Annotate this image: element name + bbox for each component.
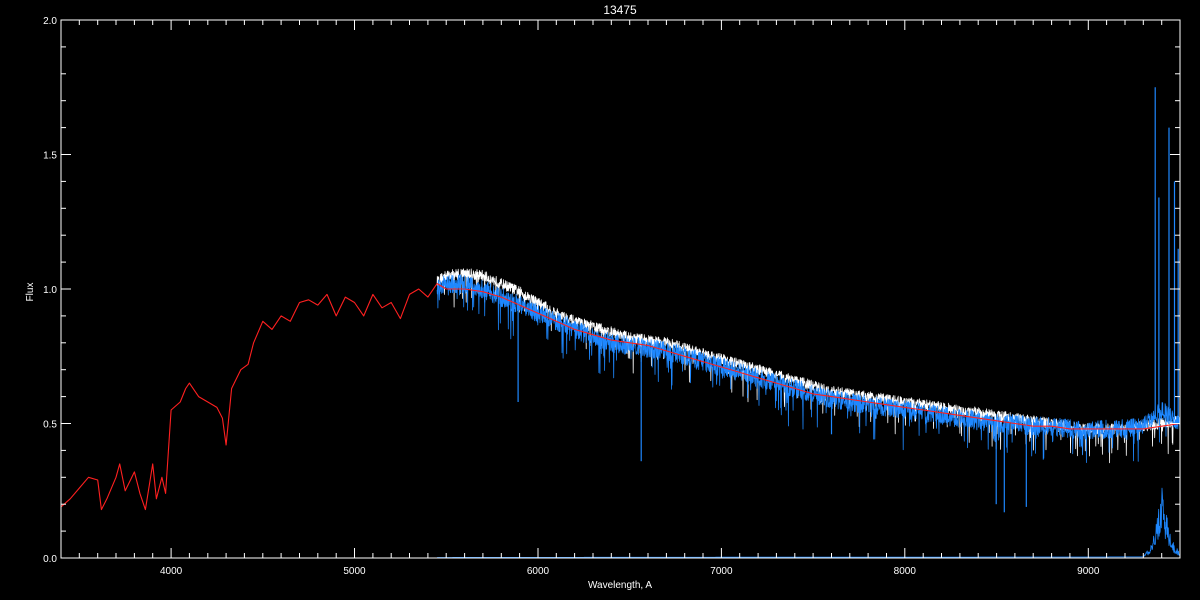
- x-tick-label: 9000: [1077, 566, 1100, 577]
- x-tick-label: 8000: [894, 566, 917, 577]
- y-tick-label: 1.0: [43, 285, 57, 296]
- y-tick-label: 0.5: [43, 420, 57, 431]
- y-tick-label: 0.0: [43, 554, 57, 565]
- x-tick-label: 5000: [343, 566, 366, 577]
- y-axis-title: Flux: [25, 283, 36, 302]
- x-tick-label: 6000: [527, 566, 550, 577]
- y-tick-label: 1.5: [43, 151, 57, 162]
- spectrum-chart: 4000 5000 6000 7000 8000 90000.00.51.01.52.0 …: [0, 0, 1200, 600]
- chart-background: [0, 0, 1200, 600]
- x-tick-label: 4000: [160, 566, 183, 577]
- x-axis-title: Wavelength, A: [588, 580, 652, 591]
- x-tick-label: 7000: [710, 566, 733, 577]
- y-tick-label: 2.0: [43, 16, 57, 27]
- chart-title: 13475: [603, 3, 637, 17]
